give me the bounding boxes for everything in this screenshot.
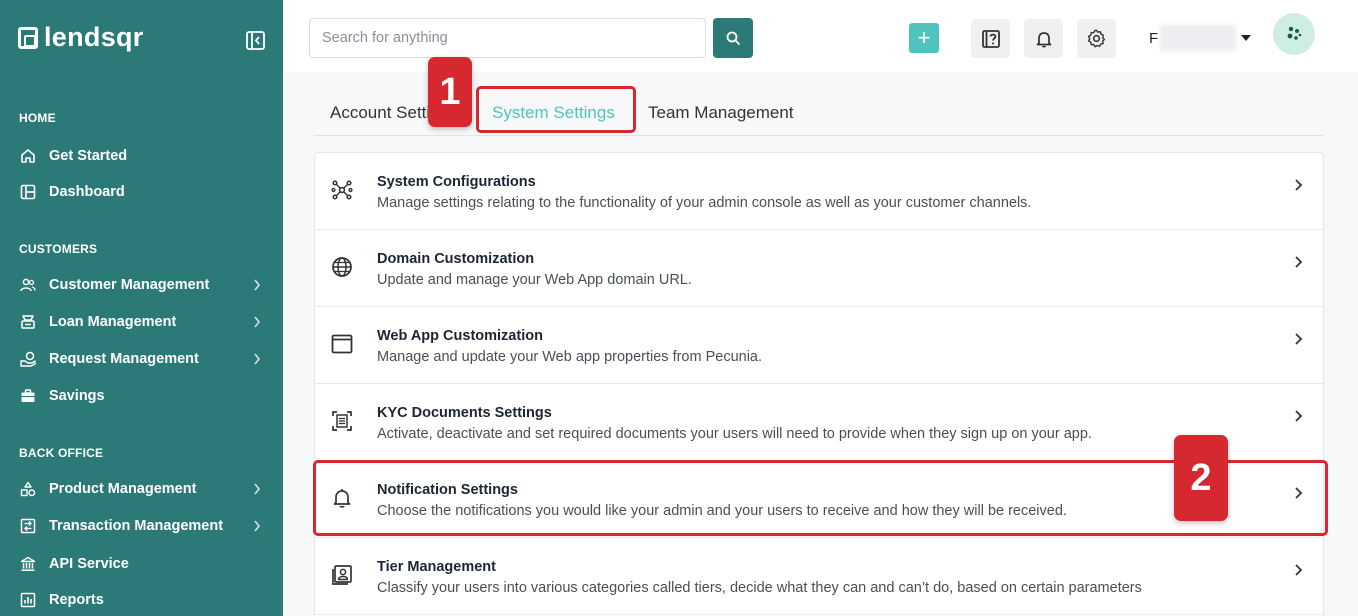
settings-row-web-app-customization[interactable]: Web App Customization Manage and update … [315,307,1323,384]
section-label-back-office: BACK OFFICE [19,446,104,460]
sidebar: lendsqr HOME Get Started Dashboard CUSTO… [0,0,283,616]
settings-list: System Configurations Manage settings re… [314,152,1324,616]
section-label-customers: CUSTOMERS [19,242,98,256]
add-button[interactable]: + [909,23,939,53]
settings-row-kyc-documents-settings[interactable]: KYC Documents Settings Activate, deactiv… [315,384,1323,461]
sidebar-item-label: Savings [49,388,105,404]
avatar[interactable] [1273,13,1315,55]
chevron-right-icon [1295,333,1303,345]
transaction-icon [19,517,37,535]
loan-icon [19,313,37,331]
sidebar-item-savings[interactable]: Savings [19,384,267,408]
settings-row-system-configurations[interactable]: System Configurations Manage settings re… [315,153,1323,230]
callout-highlight-system-settings [476,86,636,133]
browser-window-icon [331,334,353,354]
gear-icon [1087,29,1106,48]
sidebar-item-label: Product Management [49,481,197,497]
sidebar-item-label: Dashboard [49,184,125,200]
sidebar-item-reports[interactable]: Reports [19,588,267,612]
chevron-right-icon [254,520,261,532]
settings-row-description: Update and manage your Web App domain UR… [377,272,692,288]
avatar-pattern-icon [1287,26,1302,40]
chevron-right-icon [1295,564,1303,576]
reports-icon [19,591,37,609]
home-icon [19,147,37,165]
sidebar-item-label: Request Management [49,351,199,367]
sidebar-item-label: Customer Management [49,277,210,293]
hand-coin-icon [19,350,37,368]
settings-row-title: KYC Documents Settings [377,405,552,421]
sidebar-item-label: Get Started [49,148,128,164]
help-button[interactable] [971,19,1010,58]
tab-account-settings-wrapper: Account Settings [330,96,432,126]
chevron-right-icon [1295,256,1303,268]
redacted-username [1160,25,1237,51]
chevron-right-icon [254,279,261,291]
settings-row-title: Web App Customization [377,328,543,344]
sidebar-item-customer-management[interactable]: Customer Management [19,273,267,297]
sidebar-item-get-started[interactable]: Get Started [19,144,267,168]
sidebar-item-transaction-management[interactable]: Transaction Management [19,514,267,538]
users-icon [19,276,37,294]
bank-icon [19,555,37,573]
logo-text: lendsqr [44,22,144,52]
document-scan-icon [332,411,352,431]
section-label-home: HOME [19,111,56,125]
settings-row-domain-customization[interactable]: Domain Customization Update and manage y… [315,230,1323,307]
logo[interactable]: lendsqr [18,24,144,51]
callout-badge-2: 2 [1174,435,1228,521]
search-icon [726,31,740,45]
search-input[interactable] [309,18,706,58]
user-id-card-icon [332,565,352,585]
notifications-button[interactable] [1024,19,1063,58]
chevron-right-icon [1295,179,1303,191]
chevron-right-icon [254,353,261,365]
network-nodes-icon [331,180,353,200]
settings-row-description: Manage and update your Web app propertie… [377,349,763,365]
chevron-right-icon [254,316,261,328]
settings-row-description: Activate, deactivate and set required do… [377,426,1092,442]
globe-icon [332,257,352,277]
briefcase-icon [19,387,37,405]
callout-badge-1: 1 [428,57,472,127]
caret-down-icon [1241,35,1252,41]
settings-row-title: Domain Customization [377,251,535,267]
help-book-icon [981,29,1000,48]
sidebar-item-dashboard[interactable]: Dashboard [19,180,267,204]
dashboard-icon [19,183,37,201]
chevron-right-icon [1295,410,1303,422]
tab-account-settings[interactable]: Account Settings [330,103,432,123]
product-icon [19,480,37,498]
logo-mark-icon [18,26,38,49]
user-initial: F [1149,29,1159,47]
sidebar-item-loan-management[interactable]: Loan Management [19,310,267,334]
settings-row-tier-management[interactable]: Tier Management Classify your users into… [315,538,1323,615]
user-menu[interactable]: F [1149,25,1252,51]
settings-row-title: Tier Management [377,559,496,575]
settings-row-description: Manage settings relating to the function… [377,195,1032,211]
tab-team-management[interactable]: Team Management [648,103,794,123]
sidebar-collapse-icon[interactable] [246,31,265,50]
chevron-right-icon [254,483,261,495]
sidebar-item-api-service[interactable]: API Service [19,552,267,576]
sidebar-item-request-management[interactable]: Request Management [19,347,267,371]
sidebar-item-label: Reports [49,592,104,608]
bell-icon [1036,31,1051,48]
sidebar-item-label: Transaction Management [49,518,224,534]
sidebar-item-label: Loan Management [49,314,177,330]
settings-row-description: Classify your users into various categor… [377,580,1142,596]
sidebar-item-product-management[interactable]: Product Management [19,477,267,501]
settings-row-title: System Configurations [377,174,536,190]
search-button[interactable] [713,18,753,58]
sidebar-item-label: API Service [49,556,129,572]
settings-button[interactable] [1077,19,1116,58]
